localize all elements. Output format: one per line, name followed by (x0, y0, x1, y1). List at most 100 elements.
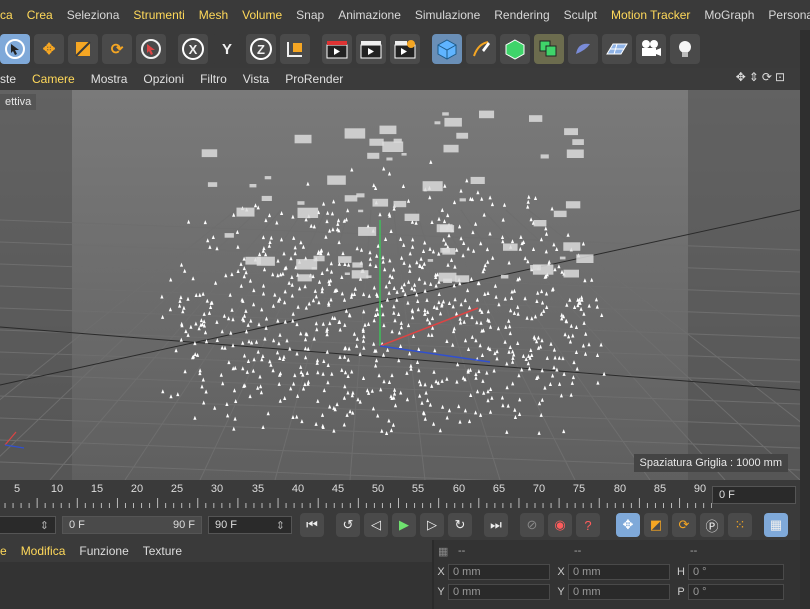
key-rotation-button[interactable]: ⟳ (672, 513, 696, 537)
range-slider[interactable]: 0 F 90 F (62, 516, 202, 534)
viewport-menu-mostra[interactable]: Mostra (83, 72, 136, 86)
menu-item-rendering[interactable]: Rendering (487, 8, 556, 22)
menu-item-sculpt[interactable]: Sculpt (557, 8, 604, 22)
grid-dots-icon: ⁙ (734, 517, 746, 532)
particle-drop (376, 413, 380, 418)
particle-drop (426, 309, 430, 314)
particle-drop (343, 370, 348, 375)
floor-button[interactable] (602, 34, 632, 64)
particle-drop (395, 289, 399, 294)
menu-item-personaggio[interactable]: Personaggio (761, 8, 810, 22)
menu-item-mograph[interactable]: MoGraph (697, 8, 761, 22)
y-axis-lock-button[interactable]: Y (212, 34, 242, 64)
x-axis-lock-button[interactable]: X (178, 34, 208, 64)
rotation-h-field[interactable]: 0 ° (688, 564, 784, 580)
key-pla-button[interactable]: ⁙ (728, 513, 752, 537)
particle-quad (344, 128, 366, 139)
particle-drop (256, 349, 260, 354)
next-key-button[interactable]: ↻ (448, 513, 472, 537)
viewport-menu-viste[interactable]: ste (0, 72, 24, 86)
particle-drop (508, 324, 512, 329)
menu-item-crea[interactable]: Crea (20, 8, 60, 22)
menu-item-mesh[interactable]: Mesh (192, 8, 235, 22)
viewport-menu-filtro[interactable]: Filtro (192, 72, 235, 86)
start-frame-field[interactable]: 0 F⇕ (0, 516, 56, 534)
material-menu-modifica[interactable]: Modifica (14, 544, 73, 558)
key-position-button[interactable]: ✥ (616, 513, 640, 537)
viewport-nav-icons[interactable]: ✥⇕⟳⊡ (736, 70, 788, 84)
position-x-field[interactable]: 0 mm (448, 564, 550, 580)
cube-primitive-button[interactable] (432, 34, 462, 64)
particle-drop (368, 250, 372, 255)
menu-item-snap[interactable]: Snap (289, 8, 331, 22)
menu-item-simulazione[interactable]: Simulazione (408, 8, 487, 22)
material-menu-texture[interactable]: Texture (136, 544, 189, 558)
particle-drop (289, 386, 293, 391)
move-tool-button[interactable]: ✥ (34, 34, 64, 64)
subdivision-surface-button[interactable] (500, 34, 530, 64)
particle-drop (432, 304, 436, 309)
render-settings-button[interactable] (390, 34, 420, 64)
deformer-button[interactable] (568, 34, 598, 64)
light-button[interactable] (670, 34, 700, 64)
particle-drop (161, 389, 165, 394)
render-view-button[interactable] (322, 34, 352, 64)
rotate-tool-button[interactable]: ⟳ (102, 34, 132, 64)
coordinate-system-button[interactable] (280, 34, 310, 64)
timeline-ruler[interactable]: 5 10 15 20 25 30 35 40 45 50 55 60 65 70… (0, 480, 800, 510)
next-frame-button[interactable]: ▷ (420, 513, 444, 537)
scale-key-icon: ◩ (649, 517, 663, 532)
particle-drop (488, 195, 492, 200)
prev-frame-button[interactable]: ◁ (364, 513, 388, 537)
record-keys-button[interactable]: ◉ (548, 513, 572, 537)
render-picture-viewer-button[interactable] (356, 34, 386, 64)
position-y-field[interactable]: 0 mm (448, 584, 550, 600)
z-axis-lock-button[interactable]: Z (246, 34, 276, 64)
pen-spline-button[interactable] (466, 34, 496, 64)
particle-drop (326, 251, 330, 256)
key-scale-button[interactable]: ◩ (644, 513, 668, 537)
menu-item-volume[interactable]: Volume (235, 8, 289, 22)
key-param-button[interactable]: Ⓟ (700, 513, 724, 537)
live-selection-button[interactable] (0, 34, 30, 64)
viewport-menu-vista[interactable]: Vista (235, 72, 277, 86)
cloner-button[interactable] (534, 34, 564, 64)
viewport-menu-prorender[interactable]: ProRender (277, 72, 351, 86)
particle-drop (425, 297, 429, 302)
material-menu-crea[interactable]: e (0, 544, 14, 558)
particle-drop (268, 240, 272, 244)
cursor-tool-button[interactable] (136, 34, 166, 64)
keyframe-help-button[interactable]: ? (576, 513, 600, 537)
particle-drop (428, 246, 432, 251)
menu-item-grafica[interactable]: ca (0, 8, 20, 22)
menu-item-strumenti[interactable]: Strumenti (126, 8, 191, 22)
autokey-button[interactable]: ⊘ (520, 513, 544, 537)
particle-drop (322, 359, 326, 363)
3d-viewport[interactable]: ettiva Spaziatura Griglia : 1000 mm (0, 90, 800, 480)
menu-item-animazione[interactable]: Animazione (331, 8, 408, 22)
rotation-p-field[interactable]: 0 ° (688, 584, 784, 600)
deformer-icon (576, 43, 590, 54)
next-key-icon: ↻ (454, 517, 466, 532)
viewport-menu-camere[interactable]: Camere (24, 72, 83, 86)
end-frame-field[interactable]: 90 F ⇕ (208, 516, 292, 534)
particle-drop (200, 384, 204, 389)
timeline-window-button[interactable]: ▦ (764, 513, 788, 537)
goto-start-button[interactable]: ⏮ (300, 513, 324, 537)
prev-key-button[interactable]: ↺ (336, 513, 360, 537)
particle-drop (427, 332, 431, 337)
camera-button[interactable] (636, 34, 666, 64)
scale-tool-button[interactable] (68, 34, 98, 64)
viewport-menu-opzioni[interactable]: Opzioni (135, 72, 192, 86)
menu-item-motion-tracker[interactable]: Motion Tracker (604, 8, 697, 22)
size-y-field[interactable]: 0 mm (568, 584, 670, 600)
goto-end-button[interactable]: ⏭ (484, 513, 508, 537)
size-x-field[interactable]: 0 mm (568, 564, 670, 580)
particle-drop (180, 321, 184, 326)
material-menu-funzione[interactable]: Funzione (72, 544, 135, 558)
menu-item-seleziona[interactable]: Seleziona (60, 8, 127, 22)
current-frame-field[interactable]: 0 F (712, 486, 796, 504)
particle-drop (160, 294, 164, 299)
play-button[interactable]: ▶ (392, 513, 416, 537)
particle-drop (465, 178, 469, 183)
